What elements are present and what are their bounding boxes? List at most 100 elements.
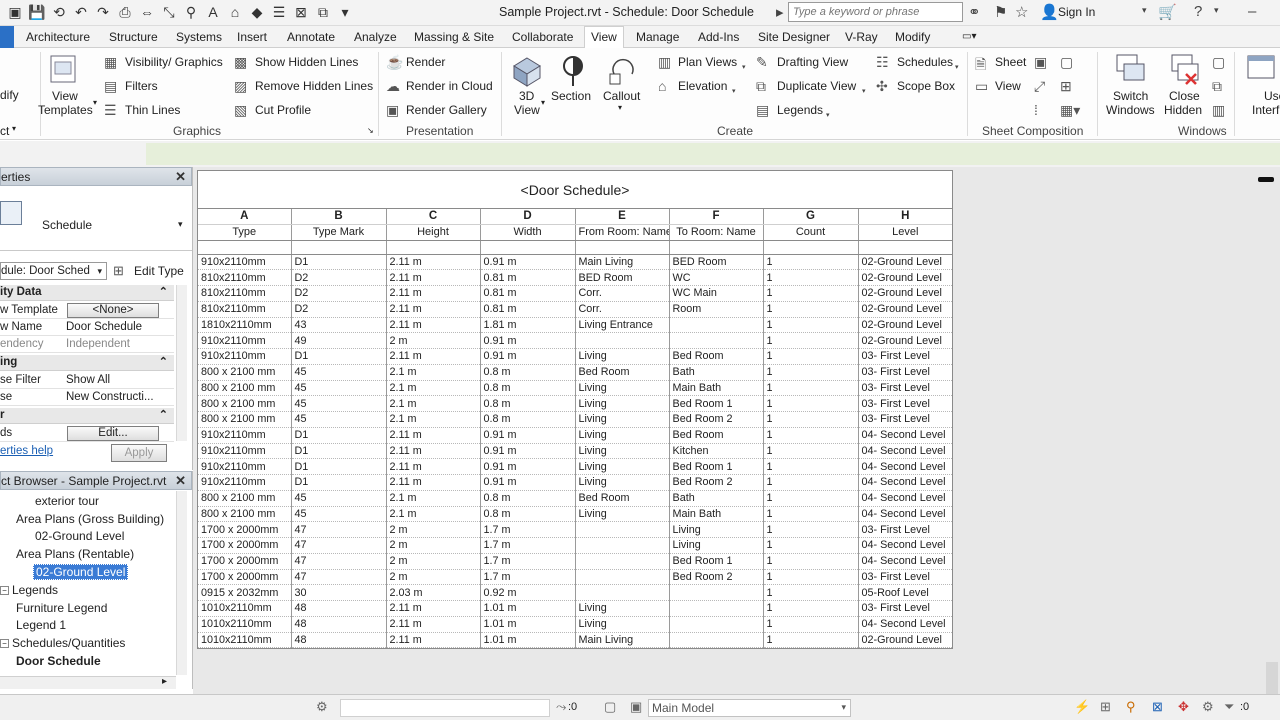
ribbon-minimize-icon[interactable]: ▭▾ [962,31,976,42]
save-icon[interactable]: 💾 [28,3,46,21]
drafting-view-button[interactable]: Drafting View [777,55,848,69]
table-row[interactable]: 800 x 2100 mm 45 2.1 m 0.8 m Living Main Bath… [198,380,952,397]
tab-vray[interactable]: V-Ray [845,30,878,44]
tab-view[interactable]: View [584,26,624,49]
visibility-graphics-icon[interactable]: ▦ [104,54,117,71]
cut-profile-icon[interactable]: ▧ [234,102,247,119]
view-name-field[interactable]: Door Schedule [66,321,172,333]
table-cell[interactable]: Living [575,616,670,633]
table-cell[interactable]: 02-Ground Level [858,285,952,302]
duplicate-view-icon[interactable]: ⧉ [756,78,766,95]
sheet-icon[interactable]: 🗎 [975,54,986,78]
table-cell[interactable]: WC [669,269,764,286]
view-button[interactable]: View [995,79,1021,93]
cascade-icon[interactable]: ⧉ [1212,78,1222,95]
text-icon[interactable]: A [204,3,222,21]
table-row[interactable]: 910x2110mm D1 2.11 m 0.91 m Main Living BED R… [198,254,952,271]
column-header[interactable]: Height [386,224,481,241]
select-links-icon[interactable]: ⤳ [556,699,566,715]
table-cell[interactable]: Bed Room [575,490,670,507]
tree-item[interactable]: Area Plans (Rentable) [16,547,134,561]
3d-view-dropdown-icon[interactable]: ▾ [541,98,545,107]
table-cell[interactable]: 1700 x 2000mm [198,537,292,554]
phase-field[interactable]: New Constructi... [66,391,172,403]
undo-icon[interactable]: ↶ [72,3,90,21]
3d-view-label-1[interactable]: 3D [519,89,534,103]
table-cell[interactable]: 1 [763,395,859,412]
table-cell[interactable]: 1.7 m [480,537,576,554]
table-cell[interactable]: 1 [763,317,859,334]
table-cell[interactable]: 2.1 m [386,490,481,507]
table-cell[interactable]: 800 x 2100 mm [198,411,292,428]
table-cell[interactable]: 1 [763,285,859,302]
table-cell[interactable]: 2 m [386,553,481,570]
help-icon[interactable]: ? [1194,3,1202,20]
chevron-down-icon[interactable]: ▾ [841,702,846,713]
select-underlay-icon[interactable]: ⊞ [1100,699,1111,715]
elevation-dropdown-icon[interactable]: ▾ [732,82,736,96]
table-cell[interactable]: 04- Second Level [858,616,952,633]
3d-view-label-2[interactable]: View [514,103,540,117]
table-cell[interactable]: 2.1 m [386,411,481,428]
property-group-other[interactable]: r ⌃ [0,408,174,424]
expand-icon[interactable]: − [0,586,9,595]
table-cell[interactable]: 2.11 m [386,317,481,334]
table-row[interactable]: 1700 x 2000mm 47 2 m 1.7 m Bed Room 1 1 04- Se… [198,553,952,570]
table-cell[interactable]: D1 [291,348,387,365]
table-cell[interactable]: Bath [669,490,764,507]
place-view-icon[interactable]: ▭ [975,78,988,95]
table-cell[interactable]: 2.11 m [386,616,481,633]
table-cell[interactable]: 03- First Level [858,395,952,412]
table-row[interactable]: 810x2110mm D2 2.11 m 0.81 m Corr. WC Main 1 02-… [198,285,952,302]
table-cell[interactable]: 1 [763,537,859,554]
table-cell[interactable]: Bed Room [669,348,764,365]
table-cell[interactable]: D2 [291,301,387,318]
table-cell[interactable]: Kitchen [669,443,764,460]
collapse-icon[interactable]: ⌃ [159,285,168,298]
table-cell[interactable]: 2.11 m [386,427,481,444]
table-cell[interactable]: 800 x 2100 mm [198,380,292,397]
elevation-button[interactable]: Elevation [678,79,727,93]
plan-views-button[interactable]: Plan Views [678,55,737,69]
sync-icon[interactable]: ⟲ [50,3,68,21]
switch-windows-icon[interactable] [1114,52,1148,86]
table-row[interactable]: 800 x 2100 mm 45 2.1 m 0.8 m Living Bed Room … [198,395,952,412]
render-gallery-icon[interactable]: ▣ [386,102,399,119]
table-cell[interactable]: Living [669,521,764,538]
table-cell[interactable]: 800 x 2100 mm [198,490,292,507]
table-row[interactable]: 800 x 2100 mm 45 2.1 m 0.8 m Bed Room Bath 1 03… [198,364,952,381]
view-reference-icon[interactable]: ⁞ [1034,102,1038,118]
table-cell[interactable]: 1.7 m [480,521,576,538]
view-templates-icon[interactable] [47,54,81,88]
title-block-icon[interactable]: ▣ [1034,54,1047,71]
project-browser-scrollbar[interactable] [176,491,187,675]
table-cell[interactable]: D1 [291,443,387,460]
table-cell[interactable]: 48 [291,616,387,633]
table-cell[interactable]: 1.01 m [480,600,576,617]
table-cell[interactable] [575,569,670,586]
table-cell[interactable]: 1 [763,332,859,349]
table-cell[interactable]: 45 [291,506,387,523]
table-cell[interactable] [575,537,670,554]
table-row[interactable]: 910x2110mm D1 2.11 m 0.91 m Living Bed Room 1 0… [198,348,952,365]
table-cell[interactable]: Bed Room [669,427,764,444]
table-cell[interactable]: 0.81 m [480,285,576,302]
view-handle[interactable] [1258,177,1274,182]
table-row[interactable]: 1010x2110mm 48 2.11 m 1.01 m Living 1 04- Seco… [198,616,952,633]
scope-box-icon[interactable]: ✣ [876,78,888,95]
subscription-icon[interactable]: ⚑ [994,3,1007,21]
matchline-icon[interactable]: ⊞ [1060,78,1072,95]
table-cell[interactable]: 45 [291,411,387,428]
table-cell[interactable]: D2 [291,285,387,302]
table-cell[interactable]: 800 x 2100 mm [198,395,292,412]
table-cell[interactable]: 30 [291,584,387,601]
table-cell[interactable]: 1.81 m [480,317,576,334]
duplicate-view-dropdown-icon[interactable]: ▾ [862,82,866,96]
print-icon[interactable]: ⎙ [116,3,134,21]
scroll-right-icon[interactable]: ▸ [162,676,167,687]
tile-icon[interactable]: ▥ [1212,102,1225,119]
table-cell[interactable] [669,616,764,633]
file-tab[interactable] [0,26,14,48]
column-header[interactable]: Width [480,224,576,241]
table-cell[interactable] [575,584,670,601]
